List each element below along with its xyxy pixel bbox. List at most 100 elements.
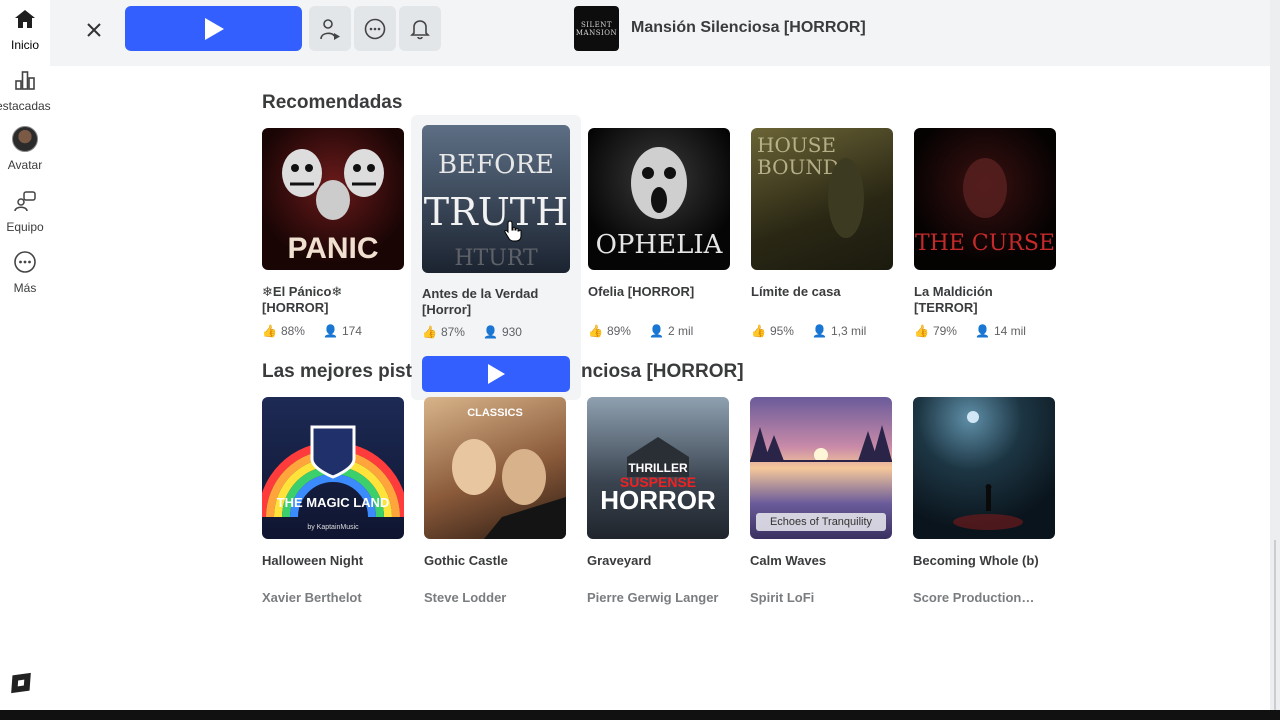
like-ratio: 88% [280,324,305,338]
nav-label: Equipo [6,220,44,234]
like-ratio: 79% [932,324,957,338]
nav-item-featured[interactable]: Destacadas [0,67,51,113]
svg-text:HOUSE: HOUSE [757,133,836,157]
notifications-button[interactable] [399,6,441,51]
game-name: La Maldición [TERROR] [914,284,993,315]
like-ratio: 95% [769,324,794,338]
nav-item-more[interactable]: Más [0,249,50,295]
nav-label: Inicio [10,38,39,52]
players-icon: 👤 [322,324,338,338]
svg-text:HORROR: HORROR [600,485,716,515]
track-artist: Steve Lodder [424,590,507,605]
left-navigation: Inicio Destacadas Avatar Equipo Más [0,0,51,710]
chart-icon [12,67,38,93]
game-card-hovered[interactable]: BEFORE TRUTH HTURT Antes de la Verdad [H… [411,115,581,400]
track-artist: Xavier Berthelot [262,590,362,605]
nav-label: Avatar [7,158,43,172]
track-artist: Spirit LoFi [750,590,815,605]
game-thumbnail: PANIC [262,128,404,270]
game-thumbnail: BEFORE TRUTH HTURT [422,125,570,273]
track-card[interactable]: CLASSICS Gothic Castle Steve Lodder [424,397,566,605]
game-name: ❄El Pánico❄ [HORROR] [262,284,343,315]
nav-item-team[interactable]: Equipo [0,188,50,234]
game-thumbnail: THE CURSE [914,128,1056,270]
nav-item-avatar[interactable]: Avatar [0,126,50,172]
game-stats: 👍 79% 👤 14 mil [914,324,1056,338]
ellipsis-icon [364,18,386,39]
svg-text:BEFORE: BEFORE [438,150,554,180]
player-count: 174 [341,324,362,338]
game-stats: 👍 88% 👤 174 [262,324,404,338]
track-artwork: THE MAGIC LAND by KaptainMusic [262,397,404,539]
home-icon [12,6,38,32]
track-name: Gothic Castle [424,553,508,568]
track-artist: Score Production… [913,590,1035,605]
track-artwork: CLASSICS [424,397,566,539]
like-ratio: 87% [440,325,465,339]
track-artwork: Echoes of Tranquility [750,397,892,539]
bell-icon [410,19,430,39]
person-play-icon [320,18,340,40]
thumbs-up-icon: 👍 [914,324,929,338]
close-button[interactable] [80,16,108,44]
play-button[interactable] [125,6,302,51]
svg-text:TRUTH: TRUTH [424,190,568,234]
game-stats: 👍 89% 👤 2 mil [588,324,730,338]
nav-label: Más [13,281,37,295]
track-artwork [913,397,1055,539]
game-name: Límite de casa [751,284,841,299]
svg-text:THRILLER: THRILLER [628,461,688,475]
section-title-tracks-right: nciosa [HORROR] [581,361,744,382]
section-title-tracks-left: Las mejores pist [262,361,412,382]
avatar-icon [12,126,38,152]
track-artist: Pierre Gerwig Langer [587,590,719,605]
player-count: 930 [501,325,522,339]
players-icon: 👤 [482,325,498,339]
player-count: 1,3 mil [830,324,867,338]
game-card[interactable]: HOUSE BOUND Límite de casa 👍 95% 👤 1,3 m… [751,128,893,338]
players-icon: 👤 [648,324,664,338]
thumbs-up-icon: 👍 [588,324,603,338]
play-icon [204,17,224,40]
scrollbar[interactable] [1270,0,1280,710]
thumbs-up-icon: 👍 [751,324,766,338]
thumbs-up-icon: 👍 [422,325,437,339]
svg-text:THE CURSE: THE CURSE [915,231,1055,256]
track-card[interactable]: Echoes of Tranquility Calm Waves Spirit … [750,397,892,605]
game-thumbnail: OPHELIA [588,128,730,270]
svg-text:HTURT: HTURT [454,246,538,271]
track-name: Graveyard [587,553,652,568]
play-icon [488,364,505,384]
game-card[interactable]: THE CURSE La Maldición [TERROR] 👍 79% 👤 … [914,128,1056,338]
nav-item-home[interactable]: Inicio [0,6,50,52]
game-card[interactable]: PANIC ❄El Pánico❄ [HORROR] 👍 88% 👤 174 [262,128,404,338]
track-card[interactable]: Becoming Whole (b) Score Production… [913,397,1055,605]
track-card[interactable]: THRILLER SUSPENSE HORROR Graveyard Pierr… [587,397,729,605]
svg-text:BOUND: BOUND [757,155,839,179]
player-count: 2 mil [667,324,694,338]
art-caption: Echoes of Tranquility [756,513,886,531]
join-friend-button[interactable] [309,6,351,51]
game-name: Ofelia [HORROR] [588,284,695,299]
game-stats: 👍 87% 👤 930 [422,325,522,339]
more-options-button[interactable] [354,6,396,51]
track-name: Becoming Whole (b) [913,553,1039,568]
art-text: THE MAGIC LAND [276,495,390,510]
thumb-text: SILENT [580,20,613,29]
players-icon: 👤 [811,324,827,338]
like-ratio: 89% [606,324,631,338]
svg-text:PANIC: PANIC [287,232,378,265]
art-subtext: by KaptainMusic [307,524,359,531]
team-icon [12,188,38,214]
more-icon [12,249,38,275]
track-name: Halloween Night [262,553,364,568]
hand-cursor-icon [504,220,522,242]
track-card[interactable]: THE MAGIC LAND by KaptainMusic Halloween… [262,397,404,605]
card-play-button[interactable] [422,356,570,392]
roblox-logo-icon[interactable] [11,672,31,694]
game-card[interactable]: OPHELIA Ofelia [HORROR] 👍 89% 👤 2 mil [588,128,730,338]
thumb-text: MANSION [575,28,618,37]
close-icon [87,23,101,37]
game-thumbnail: HOUSE BOUND [751,128,893,270]
thumbs-up-icon: 👍 [262,324,277,338]
